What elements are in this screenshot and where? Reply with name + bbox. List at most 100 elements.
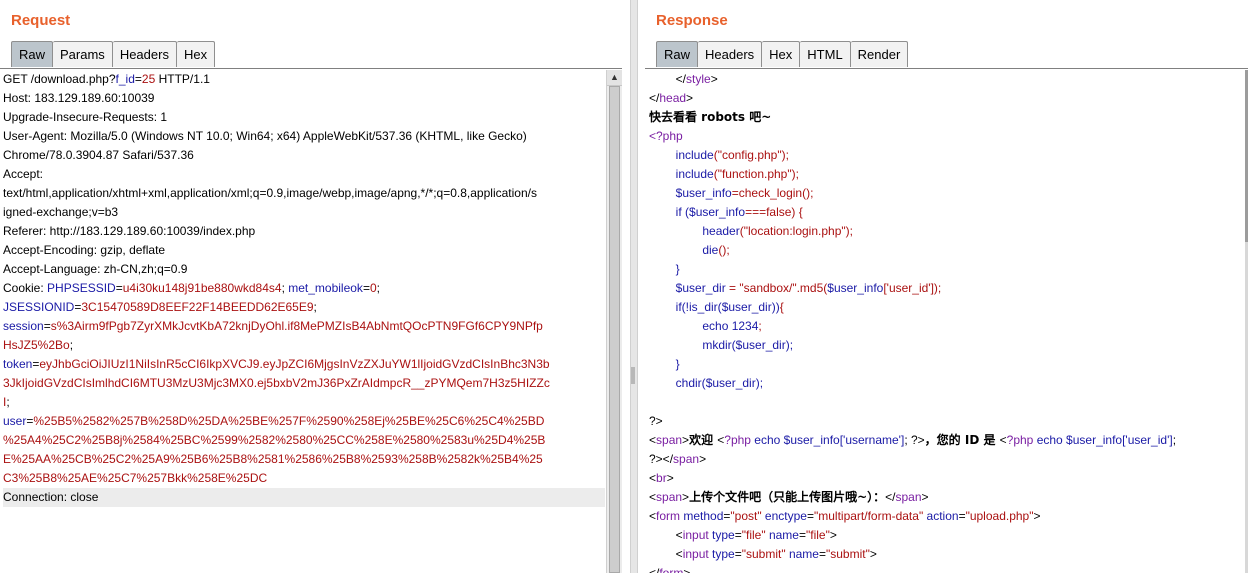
- request-line[interactable]: HsJZ5%2Bo;: [3, 336, 605, 355]
- response-line[interactable]: <br>: [649, 469, 1245, 488]
- response-token: span: [895, 490, 922, 504]
- response-line[interactable]: $user_dir = "sandbox/".md5($user_info['u…: [649, 279, 1245, 298]
- request-token: 3JkIjoidGVzdCIsImlhdCI6MTU3MzU3Mjc3MX0.e…: [3, 376, 550, 390]
- response-token: = "sandbox/".md5(: [725, 281, 828, 295]
- splitter-bar[interactable]: [630, 0, 638, 573]
- response-line[interactable]: ?></span>: [649, 450, 1245, 469]
- request-token: s%3Airm9fPgb7ZyrXMkJcvtKbA72knjDyOhl.if8…: [50, 319, 543, 333]
- response-line[interactable]: }: [649, 355, 1245, 374]
- response-line[interactable]: <?php: [649, 127, 1245, 146]
- request-line[interactable]: C3%25B8%25AE%25C7%257Bkk%258E%25DC: [3, 469, 605, 488]
- response-token: >: [699, 452, 707, 466]
- response-line[interactable]: <span>上传个文件吧（只能上传图片哦~）：</span>: [649, 488, 1245, 507]
- pane-splitter[interactable]: [622, 0, 645, 573]
- request-line[interactable]: igned-exchange;v=b3: [3, 203, 605, 222]
- request-line[interactable]: Accept:: [3, 165, 605, 184]
- response-line[interactable]: }: [649, 260, 1245, 279]
- request-line[interactable]: session=s%3Airm9fPgb7ZyrXMkJcvtKbA72knjD…: [3, 317, 605, 336]
- response-token: =: [798, 528, 806, 542]
- response-tab-html[interactable]: HTML: [800, 41, 851, 67]
- response-line[interactable]: $user_info=check_login();: [649, 184, 1245, 203]
- response-token: =: [958, 509, 966, 523]
- scroll-up-arrow-icon[interactable]: ▲: [607, 70, 622, 86]
- request-line[interactable]: user=%25B5%2582%257B%258D%25DA%25BE%257F…: [3, 412, 605, 431]
- request-line[interactable]: Accept-Language: zh-CN,zh;q=0.9: [3, 260, 605, 279]
- response-token: "file": [805, 528, 830, 542]
- response-line[interactable]: include("config.php");: [649, 146, 1245, 165]
- response-line[interactable]: ?>: [649, 412, 1245, 431]
- response-line[interactable]: </head>: [649, 89, 1245, 108]
- response-line[interactable]: <input type="submit" name="submit">: [649, 545, 1245, 564]
- request-line[interactable]: token=eyJhbGciOiJIUzI1NiIsInR5cCI6IkpXVC…: [3, 355, 605, 374]
- response-token: ;: [1172, 433, 1177, 447]
- request-line[interactable]: JSESSIONID=3C15470589D8EEF22F14BEEDD62E6…: [3, 298, 605, 317]
- request-line[interactable]: Referer: http://183.129.189.60:10039/ind…: [3, 222, 605, 241]
- request-line[interactable]: text/html,application/xhtml+xml,applicat…: [3, 184, 605, 203]
- response-line[interactable]: [649, 393, 1245, 412]
- request-token: user: [3, 414, 27, 428]
- response-line[interactable]: die();: [649, 241, 1245, 260]
- response-tab-raw[interactable]: Raw: [656, 41, 699, 67]
- request-token: Accept-Language: zh-CN,zh;q=0.9: [3, 262, 188, 276]
- request-scroll-thumb[interactable]: [609, 86, 620, 573]
- request-raw-editor[interactable]: GET /download.php?f_id=25 HTTP/1.1 Host: …: [3, 70, 605, 573]
- request-token: 25: [141, 72, 156, 86]
- splitter-grip-icon[interactable]: [631, 367, 635, 384]
- response-token: header: [702, 224, 740, 238]
- response-token: 快去看看 robots 吧~: [649, 110, 772, 124]
- response-tab-render[interactable]: Render: [850, 41, 909, 67]
- response-token: <: [649, 528, 683, 542]
- request-line[interactable]: Connection: close: [3, 488, 605, 507]
- response-token: >: [1033, 509, 1041, 523]
- response-token: br: [656, 471, 667, 485]
- response-token: span: [656, 490, 683, 504]
- response-line[interactable]: <form method="post" enctype="multipart/f…: [649, 507, 1245, 526]
- response-line[interactable]: header("location:login.php");: [649, 222, 1245, 241]
- request-line[interactable]: GET /download.php?f_id=25 HTTP/1.1: [3, 70, 605, 89]
- response-token: =: [734, 547, 742, 561]
- response-line[interactable]: </form>: [649, 564, 1245, 573]
- request-token: Chrome/78.0.3904.87 Safari/537.36: [3, 148, 194, 162]
- request-tab-hex[interactable]: Hex: [176, 41, 216, 67]
- response-token: </: [885, 490, 896, 504]
- response-line[interactable]: <span>欢迎 <?php echo $user_info['username…: [649, 431, 1245, 450]
- request-token: Host: 183.129.189.60:10039: [3, 91, 155, 105]
- request-tab-headers[interactable]: Headers: [112, 41, 177, 67]
- response-line[interactable]: <input type="file" name="file">: [649, 526, 1245, 545]
- response-tab-hex[interactable]: Hex: [762, 41, 801, 67]
- request-tab-raw[interactable]: Raw: [11, 41, 54, 67]
- request-line[interactable]: Upgrade-Insecure-Requests: 1: [3, 108, 605, 127]
- response-token: form: [656, 509, 681, 523]
- request-token: Upgrade-Insecure-Requests: 1: [3, 110, 168, 124]
- request-line[interactable]: 3JkIjoidGVzdCIsImlhdCI6MTU3MzU3Mjc3MX0.e…: [3, 374, 605, 393]
- request-line[interactable]: E%25AA%25CB%25C2%25A9%25B6%25B8%2581%258…: [3, 450, 605, 469]
- response-line[interactable]: chdir($user_dir);: [649, 374, 1245, 393]
- response-line[interactable]: include("function.php");: [649, 165, 1245, 184]
- request-tab-params[interactable]: Params: [53, 41, 113, 67]
- response-token: =: [734, 528, 742, 542]
- response-line[interactable]: if(!is_dir($user_dir)){: [649, 298, 1245, 317]
- request-token: igned-exchange;v=b3: [3, 205, 119, 219]
- response-token: $user_dir: [675, 281, 726, 295]
- response-line[interactable]: 快去看看 robots 吧~: [649, 108, 1245, 127]
- request-tabbar: Raw Params Headers Hex: [11, 41, 216, 68]
- response-line[interactable]: echo 1234;: [649, 317, 1245, 336]
- response-token: [649, 319, 702, 333]
- request-line[interactable]: I;: [3, 393, 605, 412]
- request-line[interactable]: Host: 183.129.189.60:10039: [3, 89, 605, 108]
- response-line[interactable]: mkdir($user_dir);: [649, 336, 1245, 355]
- request-scrollbar[interactable]: ▲: [606, 70, 622, 573]
- response-token: form: [659, 566, 684, 573]
- request-token: u4i30ku148j91be880wkd84s4: [122, 281, 282, 295]
- response-token: ?php: [724, 433, 751, 447]
- response-token: </: [649, 91, 660, 105]
- response-line[interactable]: if ($user_info===false) {: [649, 203, 1245, 222]
- request-line[interactable]: Cookie: PHPSESSID=u4i30ku148j91be880wkd8…: [3, 279, 605, 298]
- request-line[interactable]: Accept-Encoding: gzip, deflate: [3, 241, 605, 260]
- request-line[interactable]: Chrome/78.0.3904.87 Safari/537.36: [3, 146, 605, 165]
- response-tab-headers[interactable]: Headers: [698, 41, 763, 67]
- request-line[interactable]: User-Agent: Mozilla/5.0 (Windows NT 10.0…: [3, 127, 605, 146]
- request-line[interactable]: %25A4%25C2%25B8j%2584%25BC%2599%2582%258…: [3, 431, 605, 450]
- response-raw-editor[interactable]: </style> </head> 快去看看 robots 吧~ <?php inclu…: [649, 70, 1245, 573]
- response-line[interactable]: </style>: [649, 70, 1245, 89]
